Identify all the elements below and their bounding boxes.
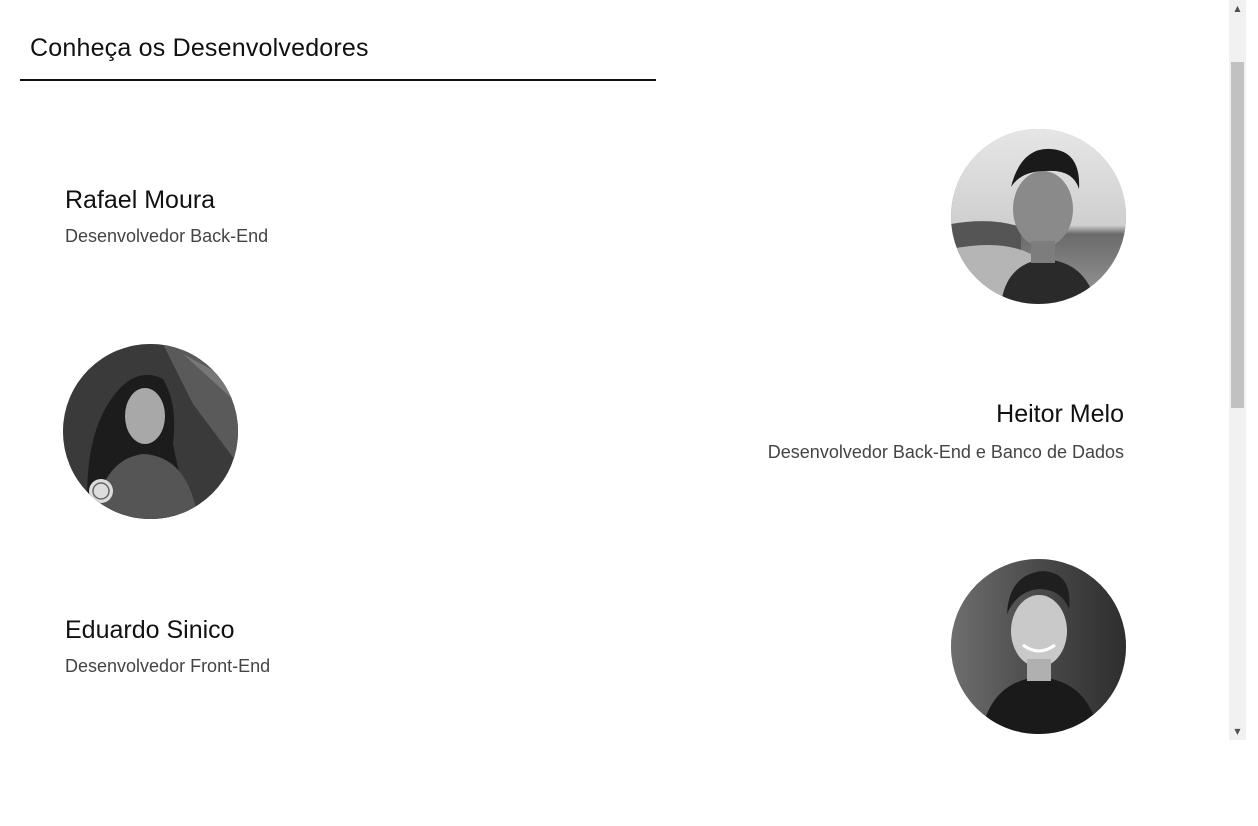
main-viewport: Conheça os Desenvolvedores Rafael Moura … (0, 0, 1229, 740)
vertical-scrollbar[interactable]: ▲ ▼ (1229, 0, 1246, 740)
developer-name-heitor: Heitor Melo (996, 400, 1124, 428)
title-underline (20, 79, 656, 81)
chevron-up-icon[interactable]: ▲ (1229, 0, 1246, 17)
avatar-rafael (951, 129, 1126, 304)
developer-name-rafael: Rafael Moura (65, 186, 216, 214)
avatar-heitor-photo (63, 344, 238, 519)
avatar-heitor (63, 344, 238, 519)
developer-role-heitor: Desenvolvedor Back-End e Banco de Dados (767, 442, 1124, 462)
developer-role-rafael: Desenvolvedor Back-End (65, 226, 269, 246)
scrollbar-thumb[interactable] (1231, 62, 1244, 408)
avatar-eduardo (951, 559, 1126, 734)
chevron-down-icon[interactable]: ▼ (1229, 723, 1246, 740)
developer-name-eduardo: Eduardo Sinico (65, 616, 235, 644)
avatar-eduardo-photo (951, 559, 1126, 734)
page-title: Conheça os Desenvolvedores (30, 34, 369, 62)
avatar-rafael-photo (951, 129, 1126, 304)
developer-role-eduardo: Desenvolvedor Front-End (65, 656, 271, 676)
